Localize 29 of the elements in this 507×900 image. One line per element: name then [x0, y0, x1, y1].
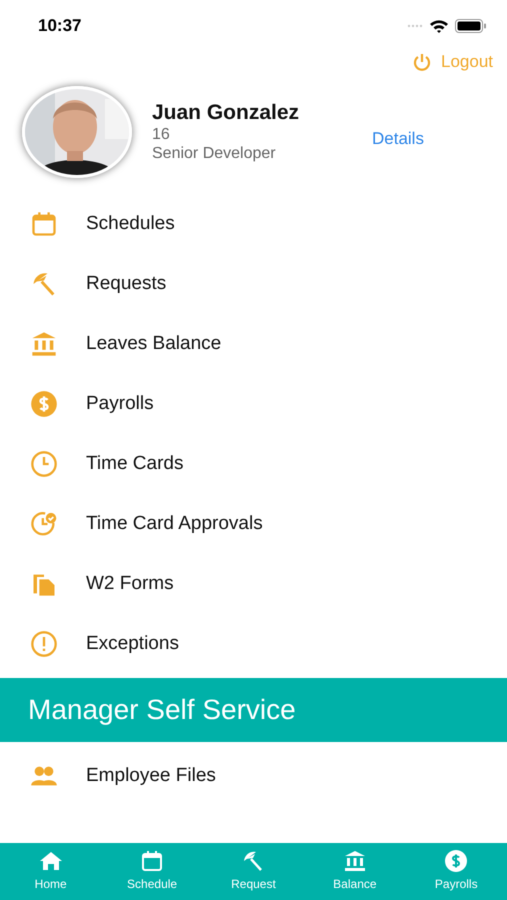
calendar-icon	[140, 849, 164, 873]
bank-icon	[342, 849, 367, 873]
signal-dots-icon	[407, 24, 423, 28]
dollar-icon	[30, 390, 58, 418]
clock-check-icon	[30, 510, 58, 538]
menu-item[interactable]: Time Card Approvals	[0, 494, 507, 554]
menu-item[interactable]: Exceptions	[0, 614, 507, 674]
menu-item[interactable]: Schedules	[0, 194, 507, 254]
bank-icon	[30, 330, 58, 358]
wifi-icon	[429, 18, 449, 34]
menu-item[interactable]: W2 Forms	[0, 554, 507, 614]
menu-item[interactable]: Leaves Balance	[0, 314, 507, 374]
battery-icon	[455, 19, 487, 33]
menu-item[interactable]: Time Cards	[0, 434, 507, 494]
power-icon	[413, 52, 431, 72]
alert-icon	[30, 630, 58, 658]
user-name: Juan Gonzalez	[152, 101, 300, 125]
employee-id: 16	[152, 125, 171, 144]
status-time: 10:37	[38, 16, 82, 36]
menu-item[interactable]: Employee Files	[0, 746, 507, 806]
section-header: Manager Self Service	[0, 678, 507, 742]
details-link[interactable]: Details	[372, 129, 424, 149]
menu-item[interactable]: Payrolls	[0, 374, 507, 434]
job-title: Senior Developer	[152, 144, 277, 163]
dollar-icon	[444, 849, 468, 873]
home-icon	[38, 849, 63, 873]
menu-item[interactable]: Requests	[0, 254, 507, 314]
clock-icon	[30, 450, 58, 478]
calendar-icon	[30, 210, 58, 238]
